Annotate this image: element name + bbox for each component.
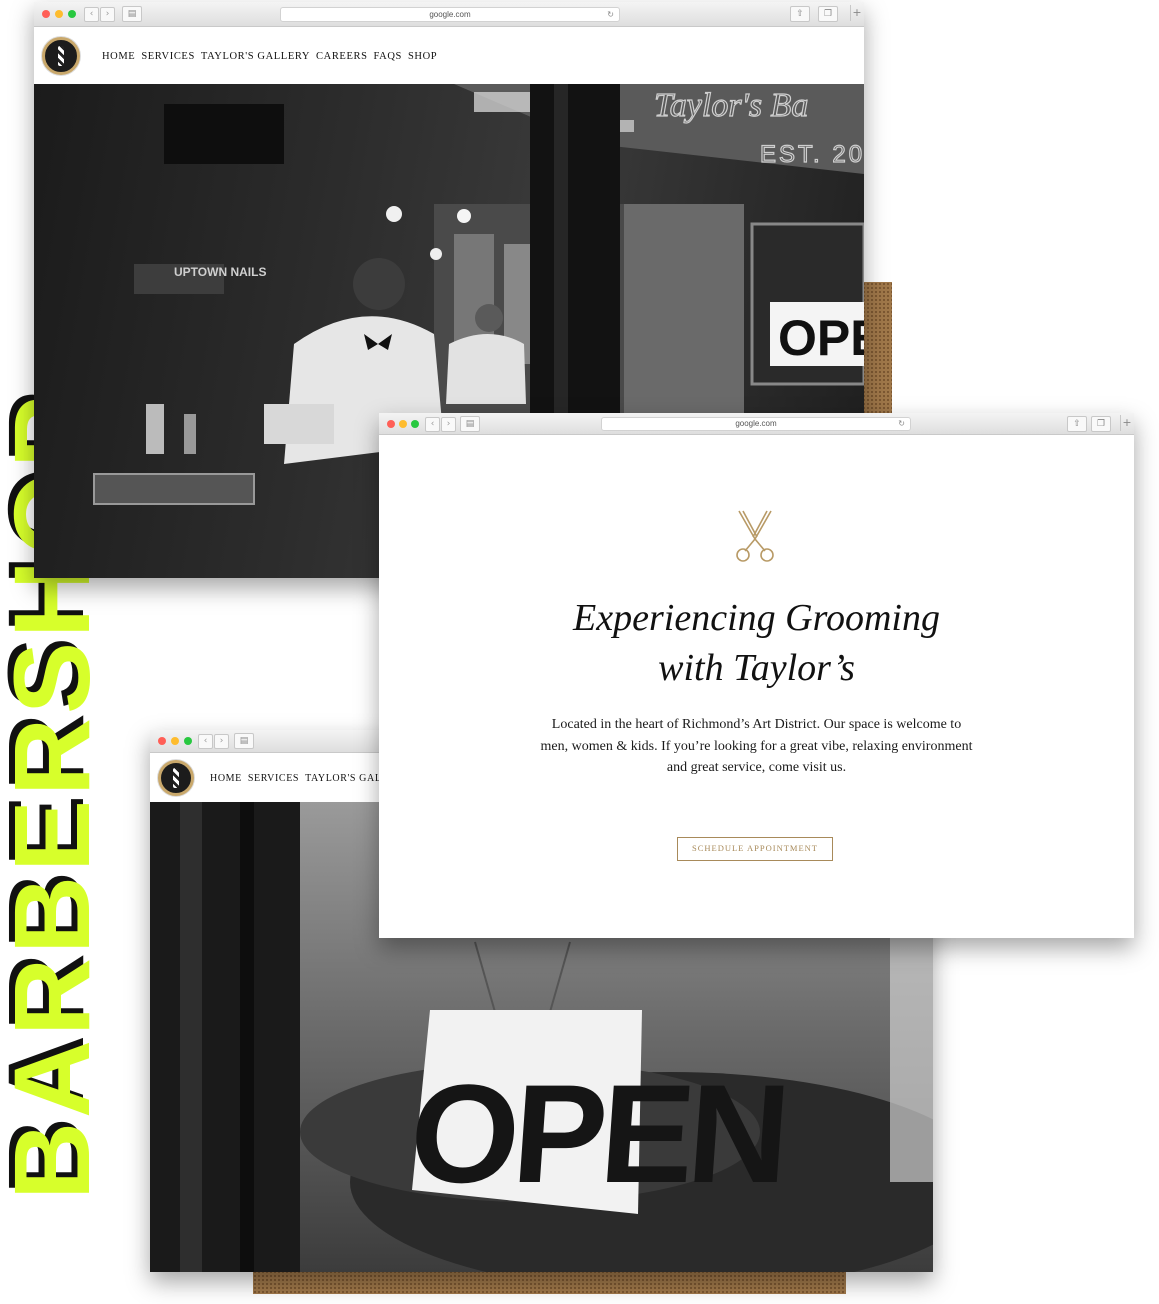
chevron-left-icon[interactable]: ‹ [425,417,440,432]
share-icon[interactable]: ⇧ [790,6,810,22]
heading-line-1: Experiencing Grooming [573,597,940,639]
browser-window-about: ‹ › ▤ google.com ↻ ⇧ ❐ + Experiencing Gr… [379,413,1134,938]
nav-shop[interactable]: SHOP [408,51,437,62]
site-nav: HOME SERVICES TAYLOR'S GALLERY CAREERS F… [102,51,437,62]
nav-home[interactable]: HOME [210,773,242,784]
reload-icon[interactable]: ↻ [607,8,614,21]
close-dot-icon[interactable] [158,737,166,745]
barber-pole-icon [173,768,179,788]
about-body: Located in the heart of Richmond’s Art D… [379,714,1134,779]
shop-logo[interactable] [42,37,80,75]
tabs-icon[interactable]: ❐ [818,6,838,22]
chevron-right-icon[interactable]: › [100,7,115,22]
scissors-icon [736,510,774,562]
schedule-appointment-label: SCHEDULE APPOINTMENT [691,843,819,853]
nav-careers[interactable]: CAREERS [316,51,367,62]
storefront-est: EST. 20 [760,141,864,168]
browser-toolbar: ‹ › ▤ google.com ↻ ⇧ ❐ + [379,413,1134,435]
chevron-left-icon[interactable]: ‹ [198,734,213,749]
about-heading: Experiencing Grooming with Taylor’s [379,593,1134,693]
zoom-dot-icon[interactable] [411,420,419,428]
site-header: HOME SERVICES TAYLOR'S GALLERY CAREERS F… [34,27,864,85]
plus-icon[interactable]: + [850,5,863,21]
schedule-appointment-button[interactable]: SCHEDULE APPOINTMENT [677,837,833,861]
body-line-3: and great service, come visit us. [666,760,847,775]
shop-logo[interactable] [158,760,194,796]
nav-services[interactable]: SERVICES [248,773,299,784]
storefront-script: Taylor's Ba [654,87,808,124]
sidebar-icon[interactable]: ▤ [234,733,254,749]
minimize-dot-icon[interactable] [399,420,407,428]
chevron-left-icon[interactable]: ‹ [84,7,99,22]
minimize-dot-icon[interactable] [55,10,63,18]
zoom-dot-icon[interactable] [184,737,192,745]
nav-gallery[interactable]: TAYLOR'S GALLERY [201,51,310,62]
body-line-2: men, women & kids. If you’re looking for… [540,738,973,754]
browser-toolbar: ‹ › ▤ google.com ↻ ⇧ ❐ + [34,2,864,27]
url-text: google.com [429,10,471,19]
body-line-1: Located in the heart of Richmond’s Art D… [551,717,962,732]
minimize-dot-icon[interactable] [171,737,179,745]
nav-home[interactable]: HOME [102,51,135,62]
nav-services[interactable]: SERVICES [141,51,195,62]
close-dot-icon[interactable] [42,10,50,18]
chevron-right-icon[interactable]: › [214,734,229,749]
window-open-sign: OPE [778,310,864,366]
plus-icon[interactable]: + [1120,415,1133,431]
heading-line-2: with Taylor’s [658,647,855,689]
url-bar[interactable]: google.com ↻ [601,417,911,431]
sidebar-icon[interactable]: ▤ [460,416,480,432]
barber-pole-icon [58,45,64,67]
close-dot-icon[interactable] [387,420,395,428]
tabs-icon[interactable]: ❐ [1091,416,1111,432]
chevron-right-icon[interactable]: › [441,417,456,432]
gold-accent-block-right [862,282,892,422]
open-sign: OPEN [405,1055,789,1212]
zoom-dot-icon[interactable] [68,10,76,18]
reload-icon[interactable]: ↻ [898,418,905,430]
site-nav: HOME SERVICES TAYLOR'S GALLER [210,773,402,784]
sidebar-icon[interactable]: ▤ [122,6,142,22]
url-text: google.com [735,419,777,428]
url-bar[interactable]: google.com ↻ [280,7,620,22]
share-icon[interactable]: ⇧ [1067,416,1087,432]
shop-sign-text: UPTOWN NAILS [174,265,266,279]
nav-faqs[interactable]: FAQS [374,51,402,62]
